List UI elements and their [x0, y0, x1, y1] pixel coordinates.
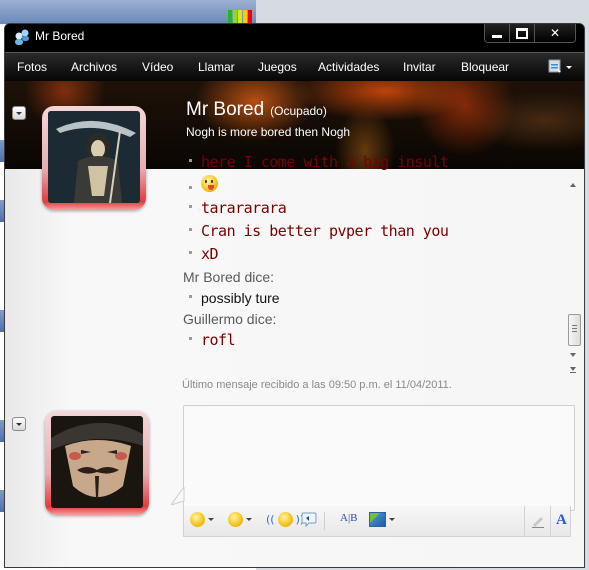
- mask-picture: [51, 416, 143, 508]
- reaper-picture: [48, 111, 140, 203]
- message-text: possibly ture: [201, 290, 280, 306]
- signal-meter-bar: [228, 10, 232, 23]
- menu-juegos[interactable]: Juegos: [258, 60, 297, 74]
- tongue-out-emoticon: [201, 175, 218, 192]
- emoticon-button[interactable]: [190, 512, 214, 527]
- menu-bar: Fotos Archivos Vídeo Llamar Juegos Activ…: [5, 52, 584, 81]
- menu-bloquear[interactable]: Bloquear: [461, 60, 509, 74]
- font-button[interactable]: A: [550, 506, 571, 536]
- nudge-button[interactable]: (()): [266, 512, 304, 527]
- last-message-timestamp: Último mensaje recibido a las 09:50 p.m.…: [182, 379, 452, 391]
- voice-clip-button[interactable]: [301, 512, 317, 527]
- menu-invitar[interactable]: Invitar: [403, 60, 436, 74]
- bullet: [189, 295, 192, 298]
- window-controls: ✕: [484, 24, 576, 43]
- options-menu-button[interactable]: [548, 59, 572, 75]
- conversation-log: here I come with a big insult tarararara…: [181, 151, 561, 377]
- handwriting-button[interactable]: [524, 506, 551, 536]
- font-icon: A: [556, 512, 567, 528]
- bullet: [189, 228, 192, 231]
- bullet: [189, 205, 192, 208]
- bullet: [189, 251, 192, 254]
- chat-window: Mr Bored ✕ Fotos Archivos Vídeo Llamar J…: [4, 23, 585, 568]
- menu-llamar[interactable]: Llamar: [198, 60, 235, 74]
- close-icon: ✕: [549, 26, 561, 40]
- close-button[interactable]: ✕: [534, 24, 575, 42]
- chevron-down-icon: [16, 111, 22, 115]
- message-line: possibly ture: [181, 287, 561, 308]
- handwriting-icon: [532, 517, 544, 528]
- sender-name: Mr Bored dice:: [183, 269, 275, 285]
- bullet: [189, 337, 192, 340]
- toolbar-divider: [324, 512, 325, 530]
- compose-toolbar: (()) A|B A: [183, 506, 571, 537]
- text-style-button[interactable]: A|B: [340, 512, 357, 524]
- message-line: xD: [181, 243, 561, 266]
- bullet: [189, 186, 192, 189]
- message-line: tarararara: [181, 197, 561, 220]
- wink-button[interactable]: [228, 512, 252, 527]
- message-text: Cran is better pvper than you: [201, 222, 449, 240]
- signal-meter-bar: [238, 10, 242, 23]
- chevron-down-icon: [246, 518, 252, 521]
- message-line: [181, 174, 561, 197]
- menu-video[interactable]: Vídeo: [142, 60, 173, 74]
- chevron-down-icon: [389, 518, 395, 521]
- sender-name: Guillermo dice:: [183, 311, 277, 327]
- message-text: tarararara: [201, 199, 287, 217]
- minimize-icon: [492, 34, 502, 38]
- message-input[interactable]: [183, 405, 575, 511]
- signal-meter-bar: [243, 10, 247, 23]
- chevron-down-icon: [16, 422, 22, 426]
- message-text: xD: [201, 245, 219, 263]
- scroll-up-icon[interactable]: [570, 183, 576, 187]
- own-avatar[interactable]: [45, 411, 149, 515]
- contact-name: Mr Bored: [186, 99, 265, 120]
- maximize-button[interactable]: [509, 24, 534, 42]
- message-line: Cran is better pvper than you: [181, 220, 561, 243]
- scroll-to-end-icon[interactable]: [570, 367, 576, 371]
- menu-actividades[interactable]: Actividades: [318, 60, 379, 74]
- background-button[interactable]: [369, 512, 395, 527]
- wink-icon: [228, 512, 243, 527]
- collapse-contact-button[interactable]: [12, 106, 26, 120]
- message-text: here I come with a big insult: [201, 153, 449, 171]
- own-avatar-image: [51, 416, 143, 508]
- emoticon-icon: [190, 512, 205, 527]
- text-style-icon: A|B: [340, 512, 358, 524]
- title-bar: Mr Bored ✕: [5, 24, 584, 51]
- contact-avatar[interactable]: [42, 106, 146, 210]
- collapse-own-avatar-button[interactable]: [12, 417, 26, 431]
- message-line: here I come with a big insult: [181, 151, 561, 174]
- window-title: Mr Bored: [35, 29, 85, 43]
- contact-avatar-image: [48, 111, 140, 203]
- chevron-down-icon: [208, 518, 214, 521]
- contact-header: Mr Bored (Ocupado): [186, 99, 327, 121]
- conversation-scrollbar[interactable]: [567, 177, 581, 397]
- contact-status: (Ocupado): [270, 104, 327, 118]
- compose-bubble-tail: [171, 487, 185, 505]
- message-line: rofl: [181, 329, 561, 352]
- message-text: rofl: [201, 331, 236, 349]
- signal-meter-bar: [248, 10, 252, 23]
- bullet: [189, 159, 192, 162]
- background-icon: [369, 512, 386, 527]
- chevron-down-icon: [566, 65, 572, 69]
- voice-clip-icon: [301, 512, 317, 527]
- maximize-icon: [516, 27, 528, 39]
- menu-archivos[interactable]: Archivos: [71, 60, 117, 74]
- menu-fotos[interactable]: Fotos: [17, 60, 47, 74]
- options-menu-icon: [548, 59, 561, 75]
- contact-personal-message: Nogh is more bored then Nogh: [186, 125, 351, 139]
- sender-line: Mr Bored dice:: [181, 266, 561, 287]
- minimize-button[interactable]: [485, 24, 509, 42]
- background-window-titlebar: [0, 0, 256, 24]
- messenger-icon: [15, 29, 29, 45]
- scrollbar-thumb[interactable]: [568, 314, 581, 346]
- nudge-icon: [277, 512, 293, 527]
- scroll-down-icon[interactable]: [570, 353, 576, 357]
- sender-line: Guillermo dice:: [181, 308, 561, 329]
- signal-meter-bar: [233, 10, 237, 23]
